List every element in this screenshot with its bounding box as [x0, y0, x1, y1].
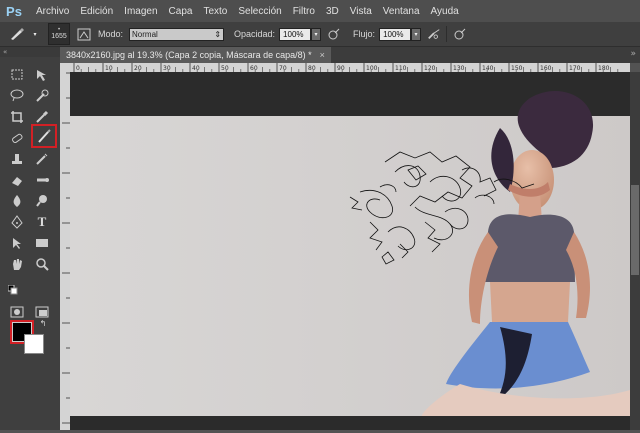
horizontal-ruler[interactable]: 0 10 20 30 40 50 60 70 80 90 100 110 120 130 140 150 160… [70, 63, 630, 72]
menu-capa[interactable]: Capa [169, 6, 193, 17]
ruler-tick-label: 140 [482, 65, 494, 72]
ruler-tick-label: 170 [569, 65, 581, 72]
gradient-tool-icon[interactable] [31, 170, 53, 189]
chevron-updown-icon: ⇕ [214, 29, 222, 39]
crop-tool-icon[interactable] [6, 107, 28, 126]
screen-mode-icon[interactable] [31, 302, 53, 321]
ruler-tick-label: 130 [453, 65, 465, 72]
document-image[interactable] [70, 72, 630, 430]
document-tab-label: 3840x2160.jpg al 19.3% (Capa 2 copia, Má… [66, 50, 312, 60]
ruler-tick-label: 50 [221, 65, 229, 72]
ruler-tick-label: 90 [337, 65, 345, 72]
opacity-input[interactable]: 100% [279, 27, 312, 41]
ruler-tick-label: 60 [250, 65, 258, 72]
vertical-ruler[interactable] [60, 63, 70, 430]
brush-tool-icon[interactable] [31, 124, 57, 148]
ruler-ticks: 0 10 20 30 40 50 60 70 80 90 100 110 120 130 140 150 160… [73, 63, 619, 72]
hand-tool-icon[interactable] [6, 254, 28, 273]
ruler-tick-label: 20 [134, 65, 142, 72]
ruler-tick-label: 70 [279, 65, 287, 72]
ruler-tick-label: 0 [76, 65, 80, 72]
pen-tool-icon[interactable] [6, 212, 28, 231]
ruler-tick-label: 180 [598, 65, 610, 72]
mode-value: Normal [132, 29, 158, 39]
path-selection-tool-icon[interactable] [6, 233, 28, 252]
brush-preset-dropdown-icon[interactable]: ▾ [30, 28, 40, 41]
menu-texto[interactable]: Texto [203, 6, 227, 17]
canvas-area[interactable] [70, 72, 630, 430]
brush-size-picker[interactable]: • 1655 [48, 23, 70, 45]
document-tab-bar: 3840x2160.jpg al 19.3% (Capa 2 copia, Má… [60, 47, 640, 63]
mode-select[interactable]: Normal ⇕ [129, 27, 225, 41]
menu-vista[interactable]: Vista [350, 6, 372, 17]
quick-mask-icon[interactable] [6, 302, 28, 321]
ruler-tick-label: 100 [366, 65, 378, 72]
brush-size-value: 1655 [51, 33, 67, 40]
eyedropper-tool-icon[interactable] [31, 107, 53, 126]
healing-brush-tool-icon[interactable] [6, 128, 28, 147]
clone-stamp-tool-icon[interactable] [6, 149, 28, 168]
brush-preset-icon[interactable] [6, 25, 28, 44]
ruler-tick-label: 40 [192, 65, 200, 72]
quick-selection-tool-icon[interactable] [31, 86, 53, 105]
toolbox-header[interactable]: « [0, 47, 60, 57]
ruler-tick-label: 120 [424, 65, 436, 72]
options-separator [446, 26, 448, 42]
canvas-pasteboard [70, 416, 630, 430]
ruler-tick-label: 80 [308, 65, 316, 72]
menu-ventana[interactable]: Ventana [383, 6, 420, 17]
menu-edicion[interactable]: Edición [80, 6, 113, 17]
menu-ayuda[interactable]: Ayuda [431, 6, 459, 17]
menu-bar: Ps Archivo Edición Imagen Capa Texto Sel… [0, 0, 640, 22]
vertical-ruler-ticks [62, 72, 70, 424]
size-pressure-icon[interactable] [453, 27, 467, 41]
opacity-label: Opacidad: [234, 29, 276, 39]
brush-panel-icon[interactable] [76, 26, 92, 42]
flow-label: Flujo: [353, 29, 376, 39]
flow-dropdown-icon[interactable]: ▾ [411, 27, 422, 41]
menu-imagen[interactable]: Imagen [124, 6, 157, 17]
blur-tool-icon[interactable] [6, 191, 28, 210]
document-tab[interactable]: 3840x2160.jpg al 19.3% (Capa 2 copia, Má… [60, 47, 331, 63]
menu-filtro[interactable]: Filtro [293, 6, 315, 17]
default-colors-icon[interactable] [8, 285, 18, 295]
flow-input[interactable]: 100% [379, 27, 412, 41]
airbrush-icon[interactable] [427, 27, 441, 41]
marquee-tool-icon[interactable] [6, 65, 28, 84]
menu-seleccion[interactable]: Selección [238, 6, 281, 17]
opacity-dropdown-icon[interactable]: ▾ [311, 27, 322, 41]
ruler-tick-label: 10 [105, 65, 113, 72]
history-brush-tool-icon[interactable] [31, 149, 53, 168]
ruler-tick-label: 110 [395, 65, 407, 72]
eraser-tool-icon[interactable] [6, 170, 28, 189]
ruler-tick-label: 150 [511, 65, 523, 72]
options-bar: ▾ • 1655 Modo: Normal ⇕ Opacidad: 100% ▾… [0, 22, 640, 47]
menu-3d[interactable]: 3D [326, 6, 339, 17]
ruler-tick-label: 30 [163, 65, 171, 72]
close-icon[interactable]: × [320, 50, 325, 60]
ruler-tick-label: 160 [540, 65, 552, 72]
mode-label: Modo: [98, 29, 124, 39]
dodge-tool-icon[interactable] [31, 191, 53, 210]
lasso-tool-icon[interactable] [6, 86, 28, 105]
zoom-tool-icon[interactable] [31, 254, 53, 273]
move-tool-icon[interactable] [31, 65, 53, 84]
menu-archivo[interactable]: Archivo [36, 6, 69, 17]
panel-collapse-icon[interactable]: » [630, 49, 636, 59]
photoshop-logo: Ps [6, 3, 22, 19]
scrollbar-thumb[interactable] [631, 185, 639, 275]
type-tool-icon[interactable]: T [31, 212, 53, 231]
toolbox: T ⇄ ↰ [0, 57, 60, 430]
background-color-swatch[interactable] [24, 334, 44, 354]
opacity-pressure-icon[interactable] [327, 27, 341, 41]
rectangle-tool-icon[interactable] [31, 233, 53, 252]
